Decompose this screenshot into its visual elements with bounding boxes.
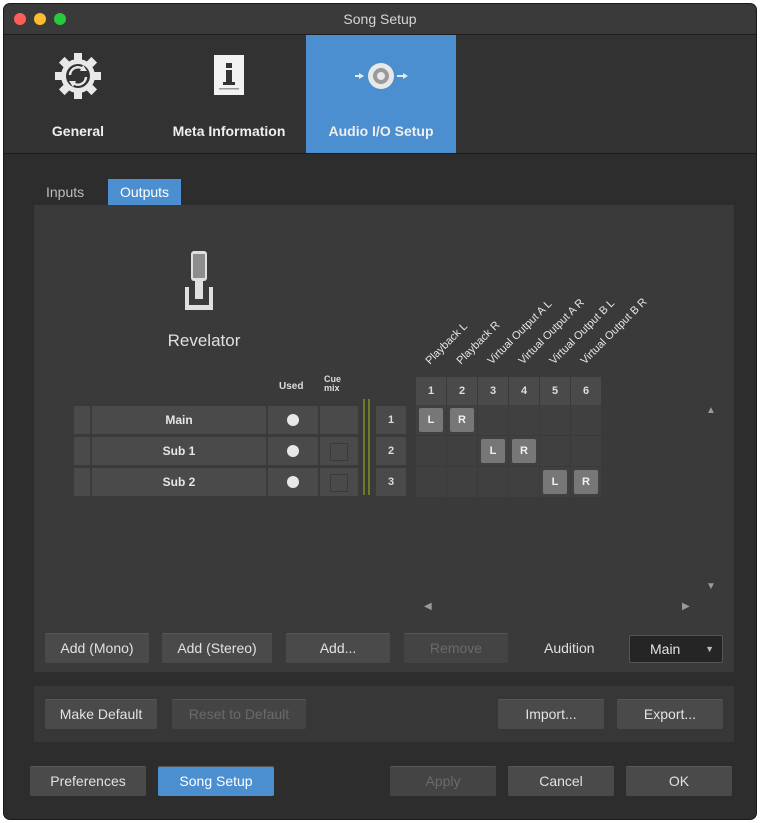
used-header: Used <box>279 381 304 392</box>
matrix-cell[interactable] <box>447 467 477 497</box>
gear-icon <box>55 53 101 99</box>
audition-select[interactable]: Main ▼ <box>629 635 723 663</box>
matrix-cell[interactable] <box>478 467 508 497</box>
outputs-panel: Revelator Used Cue mix Playback L Playba… <box>34 205 734 672</box>
matrix-assignment: L <box>481 439 505 463</box>
add-button[interactable]: Add... <box>286 633 390 663</box>
toolbar-meta-information[interactable]: Meta Information <box>154 35 304 153</box>
chevron-down-icon: ▼ <box>705 644 714 654</box>
channel-number: 6 <box>571 377 601 405</box>
channel-number: 2 <box>447 377 477 405</box>
channel-number: 3 <box>478 377 508 405</box>
matrix-cell[interactable] <box>571 405 601 435</box>
remove-button[interactable]: Remove <box>404 633 508 663</box>
cue-mix-checkbox[interactable] <box>330 443 348 461</box>
toolbar: General Meta Information Audio I/O Setup <box>4 35 756 154</box>
output-number: 3 <box>376 468 406 496</box>
matrix-cell[interactable] <box>447 436 477 466</box>
scroll-down-icon[interactable]: ▼ <box>706 581 716 592</box>
matrix-cell[interactable] <box>509 405 539 435</box>
matrix-cell[interactable]: L <box>416 405 446 435</box>
song-setup-window: Song Setup General Meta Information Audi… <box>4 4 756 819</box>
matrix-cell[interactable]: L <box>478 436 508 466</box>
channel-number: 1 <box>416 377 446 405</box>
matrix-cell[interactable]: R <box>571 467 601 497</box>
row-handle[interactable] <box>74 437 90 465</box>
cue-mix-cell[interactable] <box>320 406 358 434</box>
channel-number: 5 <box>540 377 570 405</box>
toolbar-label-audio-io: Audio I/O Setup <box>328 123 434 139</box>
toolbar-label-general: General <box>51 123 105 139</box>
apply-button[interactable]: Apply <box>390 766 496 796</box>
ok-button[interactable]: OK <box>626 766 732 796</box>
divider <box>363 399 365 495</box>
used-indicator <box>287 414 299 426</box>
output-number: 1 <box>376 406 406 434</box>
reset-to-default-button[interactable]: Reset to Default <box>172 699 306 729</box>
scroll-left-icon[interactable]: ◀ <box>424 601 432 612</box>
matrix-cell[interactable]: R <box>447 405 477 435</box>
matrix-cell[interactable] <box>540 436 570 466</box>
cue-mix-cell[interactable] <box>320 437 358 465</box>
used-indicator <box>287 445 299 457</box>
matrix-cell[interactable]: R <box>509 436 539 466</box>
cue-mix-cell[interactable] <box>320 468 358 496</box>
cancel-button[interactable]: Cancel <box>508 766 614 796</box>
export-button[interactable]: Export... <box>617 699 723 729</box>
window-title: Song Setup <box>343 11 417 27</box>
audition-value: Main <box>650 641 681 657</box>
tab-inputs[interactable]: Inputs <box>34 179 96 205</box>
matrix-assignment: R <box>512 439 536 463</box>
matrix-cell[interactable] <box>416 467 446 497</box>
make-default-button[interactable]: Make Default <box>45 699 157 729</box>
toolbar-general[interactable]: General <box>28 35 128 153</box>
output-name[interactable]: Sub 1 <box>92 437 266 465</box>
matrix-assignment: L <box>419 408 443 432</box>
cue-mix-header: Cue mix <box>324 374 342 393</box>
output-name[interactable]: Main <box>92 406 266 434</box>
microphone-icon <box>185 251 213 310</box>
cue-mix-checkbox[interactable] <box>330 474 348 492</box>
tab-outputs[interactable]: Outputs <box>108 179 182 205</box>
title-bar: Song Setup <box>4 4 756 35</box>
matrix-cell[interactable] <box>509 467 539 497</box>
used-indicator <box>287 476 299 488</box>
matrix-assignment: R <box>450 408 474 432</box>
output-number: 2 <box>376 437 406 465</box>
song-setup-button[interactable]: Song Setup <box>158 766 274 796</box>
used-cell[interactable] <box>268 406 318 434</box>
matrix-cell[interactable] <box>540 405 570 435</box>
audition-label: Audition <box>544 640 595 656</box>
import-button[interactable]: Import... <box>498 699 604 729</box>
divider <box>368 399 370 495</box>
row-handle[interactable] <box>74 468 90 496</box>
matrix-cell[interactable]: L <box>540 467 570 497</box>
preferences-button[interactable]: Preferences <box>30 766 146 796</box>
matrix-assignment: L <box>543 470 567 494</box>
output-name[interactable]: Sub 2 <box>92 468 266 496</box>
add-mono-button[interactable]: Add (Mono) <box>45 633 149 663</box>
document-info-icon <box>214 55 244 95</box>
row-handle[interactable] <box>74 406 90 434</box>
used-cell[interactable] <box>268 437 318 465</box>
used-cell[interactable] <box>268 468 318 496</box>
matrix-assignment: R <box>574 470 598 494</box>
add-stereo-button[interactable]: Add (Stereo) <box>162 633 272 663</box>
toolbar-label-meta: Meta Information <box>172 123 286 139</box>
channel-number: 4 <box>509 377 539 405</box>
matrix-cell[interactable] <box>478 405 508 435</box>
audio-io-icon <box>355 63 408 89</box>
matrix-cell[interactable] <box>571 436 601 466</box>
scroll-up-icon[interactable]: ▲ <box>706 405 716 416</box>
device-name: Revelator <box>167 331 241 350</box>
defaults-bar: Make Default Reset to Default Import... … <box>34 686 734 742</box>
scroll-right-icon[interactable]: ▶ <box>682 601 690 612</box>
toolbar-audio-io-setup[interactable]: Audio I/O Setup <box>306 35 456 153</box>
matrix-cell[interactable] <box>416 436 446 466</box>
